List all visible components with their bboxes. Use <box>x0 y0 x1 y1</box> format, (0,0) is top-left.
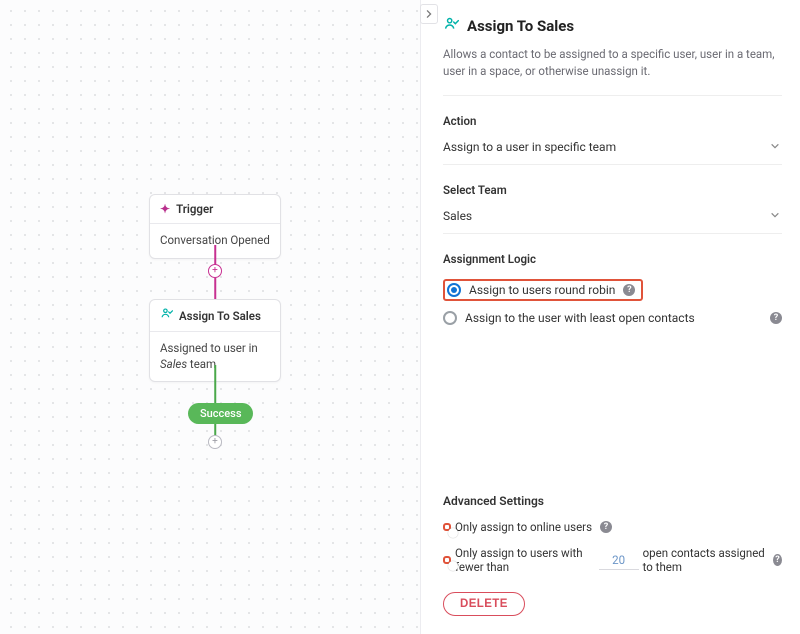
toggle-online-only-label: Only assign to online users <box>455 520 592 534</box>
assignment-logic-label: Assignment Logic <box>443 252 782 266</box>
help-icon[interactable]: ? <box>770 312 782 324</box>
advanced-settings-heading: Advanced Settings <box>443 494 782 508</box>
highlight-online-toggle <box>443 523 451 531</box>
radio-round-robin-label[interactable]: Assign to users round robin <box>469 283 615 297</box>
radio-least-open[interactable] <box>443 311 457 325</box>
status-badge-success: Success <box>188 403 253 424</box>
highlight-fewer-than-toggle <box>443 556 451 564</box>
radio-dot-icon <box>451 287 457 293</box>
node-assign-title: Assign To Sales <box>179 309 261 323</box>
panel-description: Allows a contact to be assigned to a spe… <box>443 46 782 96</box>
toggle-knob-icon <box>448 561 458 571</box>
connector-line <box>214 278 216 300</box>
help-icon[interactable]: ? <box>773 554 782 566</box>
action-select[interactable]: Assign to a user in specific team <box>443 134 782 165</box>
connector-line <box>214 365 216 403</box>
action-label: Action <box>443 114 782 128</box>
node-trigger-title: Trigger <box>176 202 213 216</box>
help-icon[interactable]: ? <box>623 284 635 296</box>
assignment-logic-group: Assign to users round robin ? Assign to … <box>443 276 782 328</box>
connector-line <box>214 245 216 265</box>
radio-round-robin[interactable] <box>447 283 461 297</box>
panel-title-text: Assign To Sales <box>467 17 574 35</box>
workflow-canvas[interactable]: ✦ Trigger Conversation Opened + Assign T… <box>0 0 420 634</box>
chevron-down-icon <box>770 140 780 154</box>
help-icon[interactable]: ? <box>600 521 612 533</box>
sparkle-icon: ✦ <box>160 202 170 216</box>
add-step-button[interactable]: + <box>208 264 222 278</box>
chevron-right-icon <box>425 9 433 19</box>
radio-least-open-label[interactable]: Assign to the user with least open conta… <box>465 311 762 325</box>
assign-contact-icon <box>160 307 173 324</box>
highlight-round-robin: Assign to users round robin ? <box>443 279 643 301</box>
properties-panel: Assign To Sales Allows a contact to be a… <box>420 0 800 634</box>
chevron-down-icon <box>770 209 780 223</box>
delete-button[interactable]: DELETE <box>443 592 525 616</box>
panel-title: Assign To Sales <box>443 16 782 36</box>
team-select-value: Sales <box>443 209 472 223</box>
team-label: Select Team <box>443 183 782 197</box>
add-step-button[interactable]: + <box>208 435 222 449</box>
toggle-fewer-than-suffix: open contacts assigned to them <box>643 546 767 574</box>
action-select-value: Assign to a user in specific team <box>443 140 616 154</box>
toggle-fewer-than-prefix: Only assign to users with fewer than <box>455 546 595 574</box>
toggle-knob-icon <box>448 528 458 538</box>
collapse-panel-button[interactable] <box>420 4 438 24</box>
assign-contact-icon <box>443 16 459 36</box>
advanced-settings: Advanced Settings Only assign to online … <box>443 494 782 622</box>
fewer-than-input[interactable] <box>599 551 639 570</box>
team-select[interactable]: Sales <box>443 203 782 234</box>
